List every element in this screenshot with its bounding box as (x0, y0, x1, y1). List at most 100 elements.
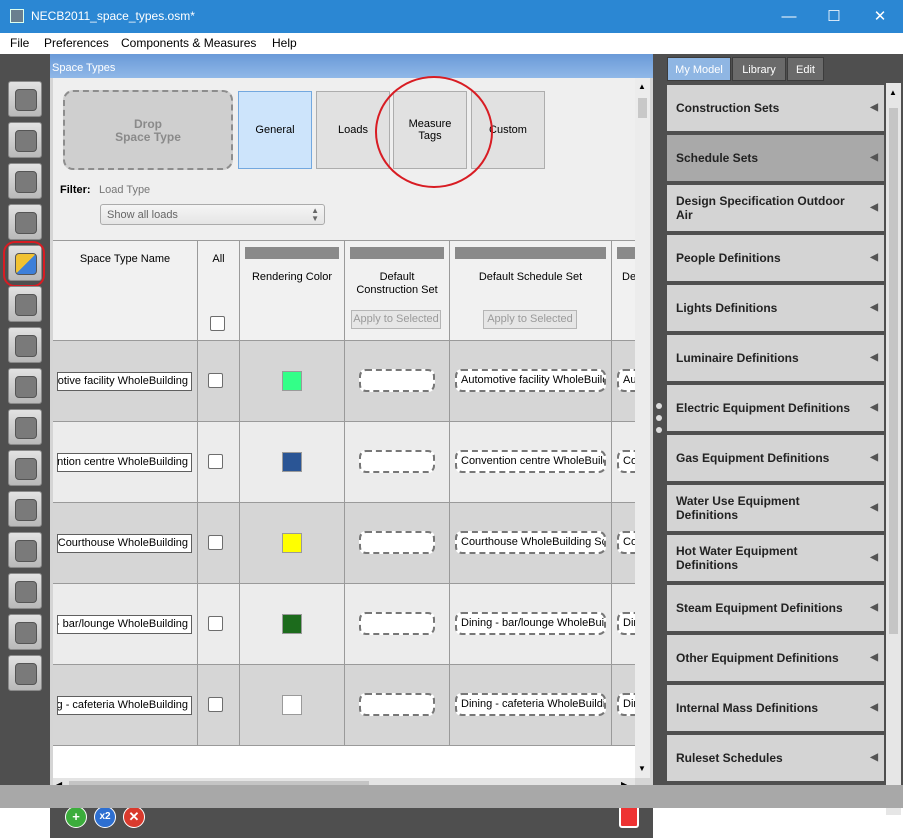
schedule-set-drop[interactable]: Courthouse WholeBuilding Schedule Set (455, 531, 606, 554)
space-type-name-field[interactable]: Dining - cafeteria WholeBuilding (57, 696, 192, 715)
expand-arrow-icon[interactable]: ◀ (870, 102, 878, 113)
rendering-color-swatch[interactable] (282, 452, 302, 472)
expand-arrow-icon[interactable]: ◀ (870, 202, 878, 213)
load-type-select[interactable]: Show all loads ▲ ▼ (100, 204, 325, 225)
tab-general[interactable]: General (238, 91, 312, 169)
nav-button-hvac[interactable] (8, 450, 42, 486)
list-item-people-definitions[interactable]: People Definitions ◀ (667, 235, 884, 283)
row-checkbox[interactable] (208, 535, 223, 550)
left-nav-bar (0, 54, 50, 808)
drop-space-type-zone[interactable]: Drop Space Type (63, 90, 233, 170)
schedule-set-cell: Dining - bar/lounge WholeBuilding Schedu… (450, 584, 612, 665)
list-item-luminaire-definitions[interactable]: Luminaire Definitions ◀ (667, 335, 884, 383)
tab-edit[interactable]: Edit (787, 57, 824, 81)
expand-arrow-icon[interactable]: ◀ (870, 702, 878, 713)
expand-arrow-icon[interactable]: ◀ (870, 152, 878, 163)
remove-button[interactable]: ✕ (123, 806, 145, 828)
menu-file[interactable]: File (10, 36, 29, 50)
menu-help[interactable]: Help (272, 36, 297, 50)
rendering-color-swatch[interactable] (282, 371, 302, 391)
list-item-steam-equipment-definitions[interactable]: Steam Equipment Definitions ◀ (667, 585, 884, 633)
expand-arrow-icon[interactable]: ◀ (870, 352, 878, 363)
rendering-color-swatch[interactable] (282, 695, 302, 715)
cut-drop[interactable]: Cou (617, 531, 635, 554)
construction-set-drop[interactable] (359, 450, 435, 473)
maximize-button[interactable]: ☐ (811, 0, 857, 33)
close-button[interactable]: ✕ (857, 0, 903, 33)
nav-button-simulation-settings[interactable] (8, 532, 42, 568)
expand-arrow-icon[interactable]: ◀ (870, 452, 878, 463)
tab-library[interactable]: Library (732, 57, 786, 81)
list-item-schedule-sets[interactable]: Schedule Sets ◀ (667, 135, 884, 183)
menu-preferences[interactable]: Preferences (44, 36, 109, 50)
nav-button-loads[interactable] (8, 204, 42, 240)
nav-button-facility[interactable] (8, 327, 42, 363)
nav-button-scripts[interactable] (8, 573, 42, 609)
nav-button-spaces[interactable] (8, 368, 42, 404)
list-item-other-equipment-definitions[interactable]: Other Equipment Definitions ◀ (667, 635, 884, 683)
expand-arrow-icon[interactable]: ◀ (870, 252, 878, 263)
construction-set-drop[interactable] (359, 693, 435, 716)
schedule-set-drop[interactable]: Dining - bar/lounge WholeBuilding Schedu… (455, 612, 606, 635)
list-item-water-use-equipment-definitions[interactable]: Water Use Equipment Definitions ◀ (667, 485, 884, 533)
grid-vertical-scrollbar[interactable]: ▲ ▼ (635, 78, 650, 778)
rendering-color-swatch[interactable] (282, 614, 302, 634)
expand-arrow-icon[interactable]: ◀ (870, 752, 878, 763)
space-type-name-field[interactable]: Automotive facility WholeBuilding (57, 372, 192, 391)
list-vertical-scrollbar[interactable]: ▲▼ (886, 83, 901, 815)
construction-set-drop[interactable] (359, 612, 435, 635)
expand-arrow-icon[interactable]: ◀ (870, 652, 878, 663)
list-item-electric-equipment-definitions[interactable]: Electric Equipment Definitions ◀ (667, 385, 884, 433)
list-item-lights-definitions[interactable]: Lights Definitions ◀ (667, 285, 884, 333)
list-item-construction-sets[interactable]: Construction Sets ◀ (667, 85, 884, 133)
list-item-internal-mass-definitions[interactable]: Internal Mass Definitions ◀ (667, 685, 884, 733)
schedule-set-drop[interactable]: Automotive facility WholeBuilding Schedu… (455, 369, 606, 392)
nav-button-thermal-zones[interactable] (8, 409, 42, 445)
cut-drop[interactable]: Aut (617, 369, 635, 392)
expand-arrow-icon[interactable]: ◀ (870, 402, 878, 413)
minimize-button[interactable]: — (766, 0, 812, 33)
cut-drop[interactable]: Din (617, 693, 635, 716)
row-checkbox[interactable] (208, 373, 223, 388)
list-item-ruleset-schedules[interactable]: Ruleset Schedules ◀ (667, 735, 884, 783)
apply-schedule-button[interactable]: Apply to Selected (483, 310, 577, 329)
schedule-set-drop[interactable]: Dining - cafeteria WholeBuilding Schedul… (455, 693, 606, 716)
rendering-color-swatch[interactable] (282, 533, 302, 553)
expand-arrow-icon[interactable]: ◀ (870, 502, 878, 513)
cut-drop[interactable]: Din (617, 612, 635, 635)
select-all-checkbox[interactable] (210, 316, 225, 331)
space-type-name-field[interactable]: Dining - bar/lounge WholeBuilding (57, 615, 192, 634)
expand-arrow-icon[interactable]: ◀ (870, 302, 878, 313)
list-item-label: Construction Sets (676, 101, 780, 115)
nav-button-run[interactable] (8, 614, 42, 650)
list-item-hot-water-equipment-definitions[interactable]: Hot Water Equipment Definitions ◀ (667, 535, 884, 583)
tab-my-model[interactable]: My Model (667, 57, 731, 81)
nav-button-space-types[interactable] (3, 241, 45, 287)
copy-button[interactable]: x2 (94, 806, 116, 828)
space-type-name-field[interactable]: Convention centre WholeBuilding (57, 453, 192, 472)
expand-arrow-icon[interactable]: ◀ (870, 602, 878, 613)
construction-set-drop[interactable] (359, 369, 435, 392)
panel-splitter[interactable] (653, 54, 665, 808)
schedules-icon (15, 130, 37, 152)
menu-components-measures[interactable]: Components & Measures (121, 36, 256, 50)
nav-button-constructions[interactable] (8, 163, 42, 199)
nav-button-schedules[interactable] (8, 122, 42, 158)
list-item-gas-equipment-definitions[interactable]: Gas Equipment Definitions ◀ (667, 435, 884, 483)
expand-arrow-icon[interactable]: ◀ (870, 552, 878, 563)
row-checkbox[interactable] (208, 454, 223, 469)
construction-set-drop[interactable] (359, 531, 435, 554)
schedule-set-drop[interactable]: Convention centre WholeBuilding Schedule… (455, 450, 606, 473)
space-type-name-field[interactable]: Courthouse WholeBuilding (57, 534, 192, 553)
row-checkbox[interactable] (208, 697, 223, 712)
row-checkbox[interactable] (208, 616, 223, 631)
list-item-design-specification-outdoor-air[interactable]: Design Specification Outdoor Air ◀ (667, 185, 884, 233)
add-button[interactable]: + (65, 806, 87, 828)
apply-construction-button[interactable]: Apply to Selected (351, 310, 441, 329)
nav-button-results[interactable] (8, 655, 42, 691)
panel-header: Space Types (50, 54, 653, 78)
cut-drop[interactable]: Con (617, 450, 635, 473)
nav-button-geometry[interactable] (8, 286, 42, 322)
nav-button-variables[interactable] (8, 491, 42, 527)
nav-button-site[interactable] (8, 81, 42, 117)
